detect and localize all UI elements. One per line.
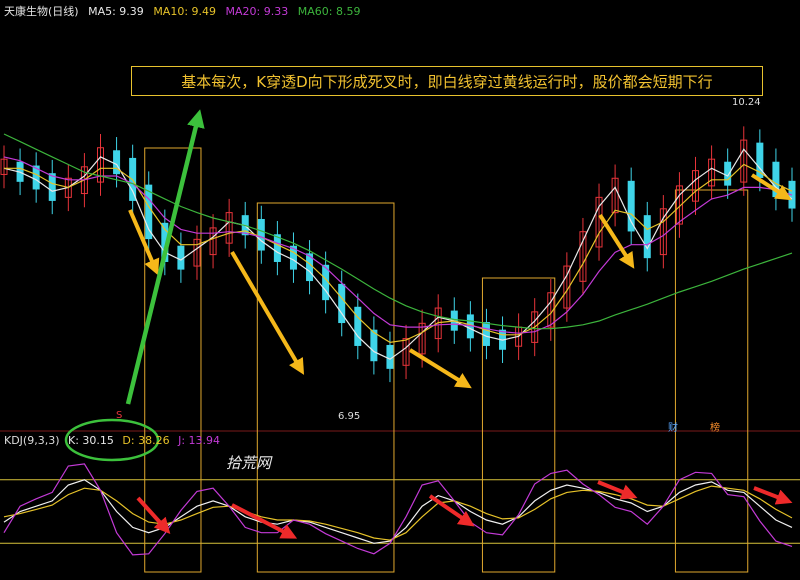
candle-body	[370, 329, 378, 362]
kdj-j-value: J: 13.94	[178, 434, 221, 447]
kdj-d-value: D: 38.26	[122, 434, 170, 447]
kdj-down-arrow-2	[428, 494, 475, 527]
sell-window-box-3	[674, 189, 749, 573]
kdj-down-arrow-0	[136, 496, 171, 534]
ma10-line	[4, 163, 793, 344]
ma60-line	[3, 133, 793, 330]
candle-body	[145, 184, 153, 240]
annotation-box: 基本每次，K穿透D向下形成死叉时，即白线穿过黄线运行时，股价都会短期下行	[131, 66, 763, 96]
candle-body	[354, 306, 362, 346]
stock-chart: 天康生物(日线) MA5: 9.39 MA10: 9.49 MA20: 9.33…	[0, 0, 800, 580]
candle-body	[627, 180, 635, 232]
kdj-j-line	[3, 463, 793, 556]
candle-body	[386, 344, 394, 369]
low-price-label: 6.95	[338, 411, 361, 422]
stock-title: 天康生物(日线)	[4, 5, 79, 18]
kdj-header: KDJ(9,3,3) K: 30.15 D: 38.26 J: 13.94	[4, 434, 225, 447]
candle-body	[273, 234, 281, 262]
kdj-d-line	[3, 485, 793, 541]
candle-body	[643, 215, 651, 259]
finance-badge[interactable]: 财	[667, 423, 679, 435]
candle-body	[482, 322, 490, 346]
ma20-label: MA20: 9.33	[225, 5, 289, 18]
price-down-arrow-2	[408, 348, 472, 389]
price-down-arrow-1	[230, 250, 305, 375]
ma5-label: MA5: 9.39	[88, 5, 144, 18]
green-pointer-arrow	[125, 109, 205, 405]
kdj-down-arrow-3	[597, 480, 638, 500]
ma20-line	[3, 156, 793, 334]
ma60-label: MA60: 8.59	[297, 5, 361, 18]
candle-body	[177, 245, 185, 270]
kdj-k-value: K: 30.15	[68, 434, 114, 447]
candle-body	[257, 218, 265, 251]
chart-header: 天康生物(日线) MA5: 9.39 MA10: 9.49 MA20: 9.33…	[4, 3, 366, 19]
sell-marker: S	[116, 410, 123, 421]
ma10-label: MA10: 9.49	[153, 5, 217, 18]
candle-body	[48, 173, 56, 201]
kdj-name: KDJ(9,3,3)	[4, 434, 60, 447]
watermark: 拾荒网	[226, 454, 272, 472]
ranking-badge[interactable]: 榜	[709, 423, 721, 435]
high-price-label: 10.24	[732, 97, 761, 108]
